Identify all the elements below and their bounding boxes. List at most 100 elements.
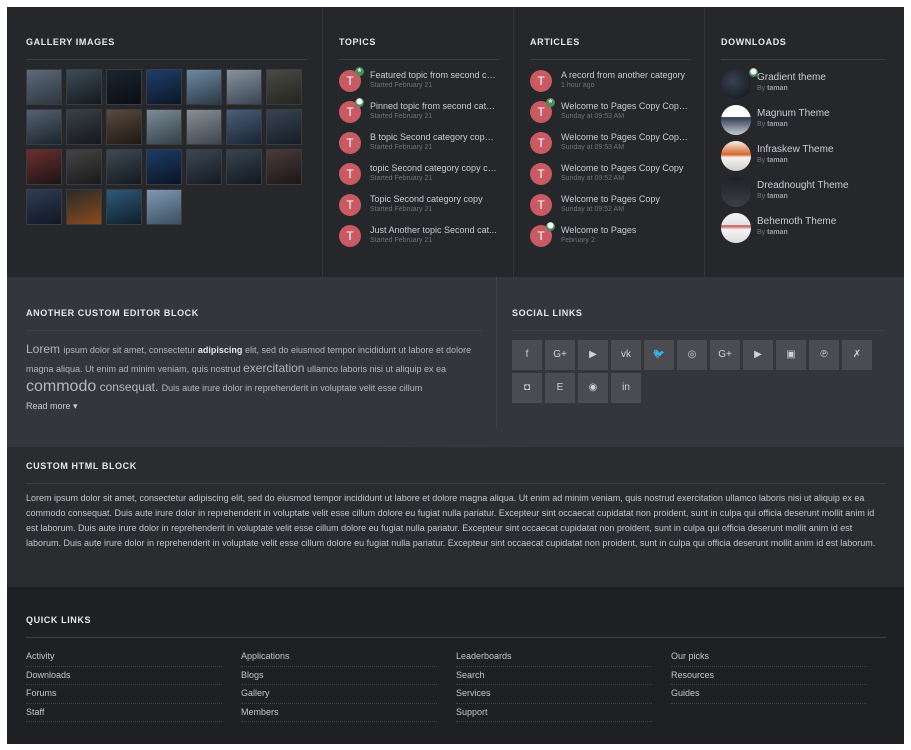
article-item[interactable]: T ⬤ Welcome to Pages February 2 [530, 222, 704, 255]
gallery-thumbnail[interactable] [106, 109, 142, 145]
download-title[interactable]: Gradient theme [757, 71, 826, 85]
gallery-thumbnail[interactable] [146, 149, 182, 185]
github-icon[interactable]: ◉ [578, 373, 608, 403]
author-name[interactable]: taman [767, 193, 788, 200]
discord-icon[interactable]: ◘ [512, 373, 542, 403]
topic-item[interactable]: T ★ Featured topic from second ca... Starte… [339, 67, 513, 100]
avatar[interactable]: T [530, 132, 552, 154]
google-plus-icon[interactable]: G+ [710, 340, 740, 370]
read-more-link[interactable]: Read more ▾ [26, 401, 482, 412]
quick-link[interactable]: Activity [26, 648, 222, 667]
avatar[interactable]: T [339, 194, 361, 216]
download-thumbnail[interactable] [721, 213, 751, 243]
download-title[interactable]: Magnum Theme [757, 107, 830, 121]
download-thumbnail[interactable] [721, 177, 751, 207]
author-name[interactable]: taman [767, 121, 788, 128]
linkedin-icon[interactable]: in [611, 373, 641, 403]
author-name[interactable]: taman [767, 229, 788, 236]
download-title[interactable]: Behemoth Theme [757, 215, 836, 229]
gallery-thumbnail[interactable] [106, 149, 142, 185]
avatar[interactable]: T [530, 163, 552, 185]
topic-item[interactable]: T Topic Second category copy Started Febru… [339, 193, 513, 224]
topic-item[interactable]: T Just Another topic Second cat... Started… [339, 224, 513, 255]
gallery-thumbnail[interactable] [26, 189, 62, 225]
article-title[interactable]: Welcome to Pages [561, 224, 689, 236]
topic-item[interactable]: T B topic Second category copy ... Started… [339, 131, 513, 162]
topic-title[interactable]: topic Second category copy co... [370, 162, 498, 174]
gallery-thumbnail[interactable] [226, 109, 262, 145]
gallery-thumbnail[interactable] [26, 69, 62, 105]
quick-link[interactable]: Leaderboards [456, 648, 652, 667]
download-title[interactable]: Dreadnought Theme [757, 179, 849, 193]
facebook-icon[interactable]: f [512, 340, 542, 370]
youtube-icon[interactable]: ▶ [578, 340, 608, 370]
gallery-thumbnail[interactable] [66, 109, 102, 145]
quick-link[interactable]: Support [456, 704, 652, 722]
gallery-thumbnail[interactable] [146, 189, 182, 225]
article-item[interactable]: T A record from another category 1 hour ag… [530, 69, 704, 100]
download-title[interactable]: Infraskew Theme [757, 143, 834, 157]
article-item[interactable]: T Welcome to Pages Copy Sunday at 09:52 AM [530, 193, 704, 224]
gallery-thumbnail[interactable] [146, 109, 182, 145]
topic-title[interactable]: Just Another topic Second cat... [370, 224, 498, 236]
download-thumbnail[interactable] [721, 141, 751, 171]
instagram-icon[interactable]: ◎ [677, 340, 707, 370]
gallery-thumbnail[interactable] [186, 149, 222, 185]
article-item[interactable]: T Welcome to Pages Copy Copy ... Sunday at… [530, 131, 704, 162]
author-name[interactable]: taman [767, 85, 788, 92]
avatar[interactable]: T ★ [530, 98, 555, 123]
quick-link[interactable]: Applications [241, 648, 437, 667]
youtube-icon[interactable]: ▶ [743, 340, 773, 370]
avatar[interactable]: T ⬤ [530, 222, 555, 247]
download-item[interactable]: Magnum Theme By taman [721, 105, 904, 141]
quick-link[interactable]: Gallery [241, 685, 437, 704]
article-item[interactable]: T ★ Welcome to Pages Copy Copy ... Sunday a… [530, 98, 704, 131]
gallery-thumbnail[interactable] [66, 149, 102, 185]
avatar[interactable]: T ★ [339, 67, 364, 92]
article-title[interactable]: A record from another category [561, 69, 689, 81]
gallery-thumbnail[interactable] [186, 69, 222, 105]
gallery-thumbnail[interactable] [146, 69, 182, 105]
google-plus-icon[interactable]: G+ [545, 340, 575, 370]
gallery-thumbnail[interactable] [226, 69, 262, 105]
topic-item[interactable]: Ttopic Second category copy co... Started… [339, 162, 513, 193]
quick-link[interactable]: Guides [671, 685, 867, 704]
twitch-icon[interactable]: ▣ [776, 340, 806, 370]
avatar[interactable]: T ⬤ [339, 98, 364, 123]
article-item[interactable]: T Welcome to Pages Copy Copy Sunday at 09:… [530, 162, 704, 193]
download-item[interactable]: Behemoth Theme By taman [721, 213, 904, 249]
gallery-thumbnail[interactable] [66, 189, 102, 225]
quick-link[interactable]: Staff [26, 704, 222, 722]
etsy-icon[interactable]: E [545, 373, 575, 403]
avatar[interactable]: T [530, 70, 552, 92]
quick-link[interactable]: Services [456, 685, 652, 704]
download-thumbnail[interactable] [721, 69, 751, 99]
article-title[interactable]: Welcome to Pages Copy Copy ... [561, 131, 689, 143]
pinterest-icon[interactable]: ℗ [809, 340, 839, 370]
gallery-thumbnail[interactable] [106, 189, 142, 225]
download-item[interactable]: ⬤ Gradient theme By taman [721, 68, 904, 105]
article-title[interactable]: Welcome to Pages Copy Copy ... [561, 100, 689, 112]
gallery-thumbnail[interactable] [266, 109, 302, 145]
download-item[interactable]: Infraskew Theme By taman [721, 141, 904, 177]
topic-title[interactable]: Pinned topic from second cate... [370, 100, 498, 112]
gallery-thumbnail[interactable] [186, 109, 222, 145]
avatar[interactable]: T [530, 194, 552, 216]
author-name[interactable]: taman [767, 157, 788, 164]
gallery-thumbnail[interactable] [106, 69, 142, 105]
topic-title[interactable]: Topic Second category copy [370, 193, 498, 205]
gallery-thumbnail[interactable] [226, 149, 262, 185]
topic-title[interactable]: Featured topic from second ca... [370, 69, 498, 81]
download-item[interactable]: Dreadnought Theme By taman [721, 177, 904, 213]
vk-icon[interactable]: vk [611, 340, 641, 370]
quick-link[interactable]: Members [241, 704, 437, 722]
article-title[interactable]: Welcome to Pages Copy [561, 193, 689, 205]
quick-link[interactable]: Our picks [671, 648, 867, 667]
avatar[interactable]: T [339, 163, 361, 185]
xing-icon[interactable]: ✗ [842, 340, 872, 370]
quick-link[interactable]: Resources [671, 667, 867, 685]
quick-link[interactable]: Search [456, 667, 652, 685]
article-title[interactable]: Welcome to Pages Copy Copy [561, 162, 689, 174]
quick-link[interactable]: Downloads [26, 667, 222, 685]
topic-title[interactable]: B topic Second category copy ... [370, 131, 498, 143]
